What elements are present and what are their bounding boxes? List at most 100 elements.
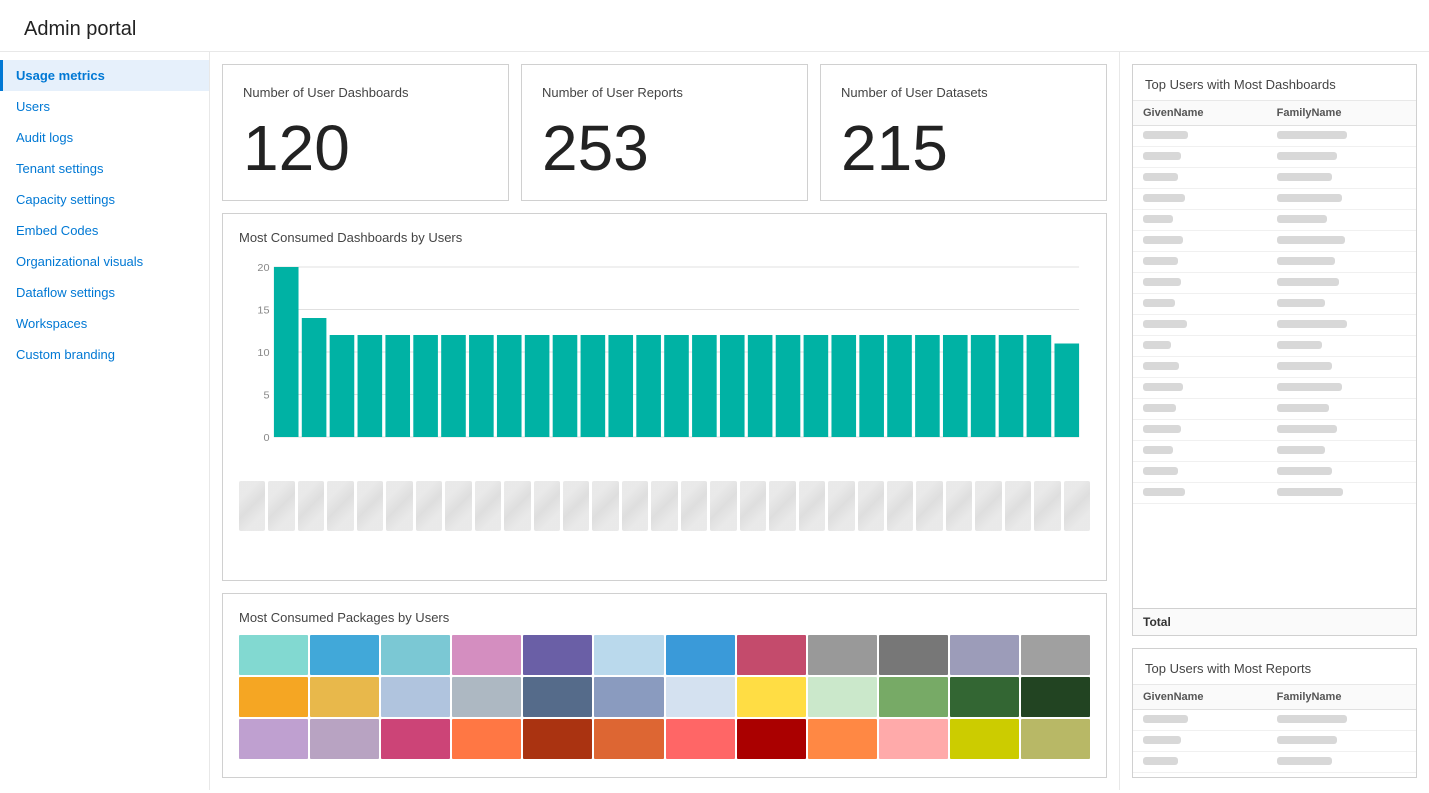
- table-row: [1133, 336, 1416, 357]
- sidebar-item-organizational-visuals[interactable]: Organizational visuals: [0, 246, 209, 277]
- x-label-item: [504, 481, 530, 531]
- col-family-name-1: FamilyName: [1267, 101, 1416, 126]
- stat-value-1: 253: [542, 116, 787, 180]
- blurred-name: [1143, 736, 1181, 744]
- x-label-item: [386, 481, 412, 531]
- table-cell: [1267, 210, 1416, 231]
- svg-text:20: 20: [257, 263, 269, 274]
- blurred-name: [1143, 173, 1178, 181]
- treemap-cell: [523, 635, 592, 675]
- table-row: [1133, 752, 1416, 773]
- x-label-item: [327, 481, 353, 531]
- table-cell: [1133, 189, 1267, 210]
- table-cell: [1267, 147, 1416, 168]
- treemap-cell: [666, 635, 735, 675]
- blurred-name: [1277, 467, 1332, 475]
- table-row: [1133, 420, 1416, 441]
- blurred-name: [1277, 715, 1347, 723]
- stat-label-0: Number of User Dashboards: [243, 85, 488, 100]
- stat-card-2: Number of User Datasets215: [820, 64, 1107, 201]
- sidebar-item-users[interactable]: Users: [0, 91, 209, 122]
- treemap-cell: [310, 677, 379, 717]
- table-cell: [1267, 483, 1416, 504]
- blurred-name: [1277, 257, 1335, 265]
- table-cell: [1133, 357, 1267, 378]
- x-label-item: [563, 481, 589, 531]
- treemap-cell: [879, 635, 948, 675]
- stat-card-0: Number of User Dashboards120: [222, 64, 509, 201]
- treemap-cell: [239, 677, 308, 717]
- x-label-item: [828, 481, 854, 531]
- x-label-item: [887, 481, 913, 531]
- table-cell: [1267, 168, 1416, 189]
- blurred-name: [1277, 173, 1332, 181]
- blurred-name: [1143, 215, 1173, 223]
- treemap-cell: [594, 719, 663, 759]
- blurred-name: [1277, 446, 1325, 454]
- table-cell: [1267, 189, 1416, 210]
- stat-value-2: 215: [841, 116, 1086, 180]
- treemap-cell: [381, 719, 450, 759]
- x-label-item: [946, 481, 972, 531]
- blurred-name: [1143, 320, 1187, 328]
- blurred-name: [1143, 757, 1178, 765]
- sidebar-item-dataflow-settings[interactable]: Dataflow settings: [0, 277, 209, 308]
- treemap-cell: [594, 677, 663, 717]
- treemap-cell: [594, 635, 663, 675]
- blurred-name: [1143, 131, 1188, 139]
- top-users-dashboards-title: Top Users with Most Dashboards: [1133, 65, 1416, 101]
- main-content: Number of User Dashboards120Number of Us…: [210, 52, 1429, 790]
- top-users-dashboards-table-wrap: GivenName FamilyName: [1133, 101, 1416, 608]
- blurred-name: [1143, 236, 1183, 244]
- total-label: Total: [1143, 615, 1171, 629]
- blurred-name: [1143, 194, 1185, 202]
- sidebar-item-capacity-settings[interactable]: Capacity settings: [0, 184, 209, 215]
- treemap-cell: [879, 719, 948, 759]
- blurred-name: [1143, 152, 1181, 160]
- svg-text:15: 15: [257, 306, 269, 317]
- treemap-cell: [523, 719, 592, 759]
- blurred-name: [1143, 362, 1179, 370]
- x-label-item: [592, 481, 618, 531]
- sidebar-item-workspaces[interactable]: Workspaces: [0, 308, 209, 339]
- table-cell: [1267, 441, 1416, 462]
- x-label-item: [239, 481, 265, 531]
- table-row: [1133, 168, 1416, 189]
- x-label-item: [681, 481, 707, 531]
- top-users-reports-table: GivenName FamilyName: [1133, 685, 1416, 773]
- blurred-name: [1277, 215, 1327, 223]
- x-label-item: [1034, 481, 1060, 531]
- treemap-cell: [310, 635, 379, 675]
- table-cell: [1133, 231, 1267, 252]
- table-row: [1133, 483, 1416, 504]
- treemap-cell: [808, 677, 877, 717]
- x-label-item: [416, 481, 442, 531]
- blurred-name: [1143, 278, 1181, 286]
- sidebar-item-tenant-settings[interactable]: Tenant settings: [0, 153, 209, 184]
- sidebar-item-custom-branding[interactable]: Custom branding: [0, 339, 209, 370]
- table-row: [1133, 315, 1416, 336]
- treemap-cell: [452, 677, 521, 717]
- table-cell: [1267, 710, 1416, 731]
- blurred-name: [1143, 257, 1178, 265]
- blurred-name: [1277, 736, 1337, 744]
- sidebar-item-embed-codes[interactable]: Embed Codes: [0, 215, 209, 246]
- table-cell: [1133, 210, 1267, 231]
- sidebar-item-usage-metrics[interactable]: Usage metrics: [0, 60, 209, 91]
- blurred-name: [1143, 488, 1185, 496]
- top-users-reports-title: Top Users with Most Reports: [1133, 649, 1416, 685]
- treemap-cell: [523, 677, 592, 717]
- stat-label-1: Number of User Reports: [542, 85, 787, 100]
- x-label-item: [975, 481, 1001, 531]
- table-row: [1133, 126, 1416, 147]
- sidebar-item-audit-logs[interactable]: Audit logs: [0, 122, 209, 153]
- treemap-cell: [239, 719, 308, 759]
- table-cell: [1267, 752, 1416, 773]
- table-cell: [1133, 294, 1267, 315]
- table-row: [1133, 273, 1416, 294]
- table-row: [1133, 710, 1416, 731]
- treemap-section: Most Consumed Packages by Users: [222, 593, 1107, 778]
- treemap-cell: [381, 635, 450, 675]
- table-cell: [1267, 273, 1416, 294]
- stat-card-1: Number of User Reports 253: [521, 64, 808, 201]
